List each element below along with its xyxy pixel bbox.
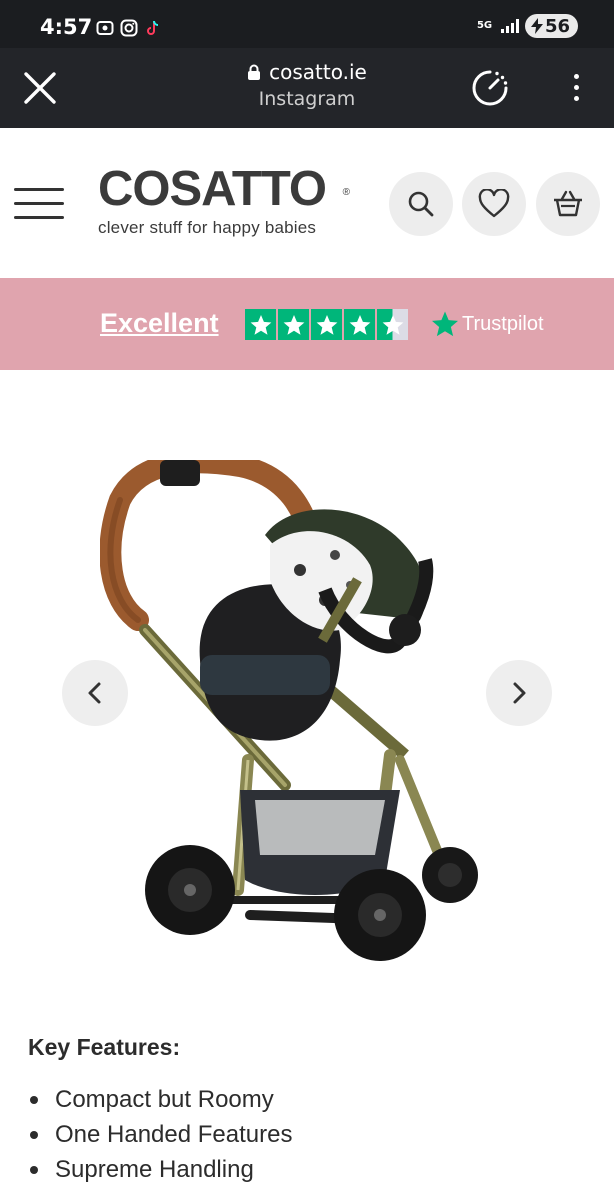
features-heading: Key Features:	[28, 1034, 181, 1060]
basket-icon	[554, 190, 582, 217]
page-domain: cosatto.ie	[269, 60, 367, 84]
trustpilot-star-icon	[432, 311, 458, 337]
trustpilot-logo[interactable]: Trustpilot	[430, 309, 544, 339]
rating-text[interactable]: Excellent	[100, 308, 219, 339]
instagram-icon	[120, 19, 138, 37]
battery-indicator: 56	[524, 14, 578, 38]
list-item: One Handed Features	[30, 1117, 292, 1152]
star-icon	[344, 309, 375, 340]
search-button[interactable]	[389, 172, 453, 236]
features-list: Compact but Roomy One Handed Features Su…	[30, 1082, 292, 1187]
bullet-icon	[30, 1130, 38, 1139]
trustpilot-brand: Trustpilot	[462, 312, 544, 335]
browser-source: Instagram	[258, 88, 356, 110]
half-star-icon	[377, 309, 408, 340]
registered-mark: ®	[342, 187, 350, 198]
star-icon	[245, 309, 276, 340]
gallery-next-button[interactable]	[486, 660, 552, 726]
network-type: 5G	[476, 20, 493, 31]
in-app-browser-bar: cosatto.ie Instagram	[0, 48, 614, 128]
list-item: Supreme Handling	[30, 1152, 292, 1187]
rating-stars	[245, 309, 408, 340]
signal-icon	[500, 19, 519, 33]
cosatto-logo[interactable]: COSATTO ® clever stuff for happy babies	[98, 162, 350, 238]
product-image-stroller	[100, 460, 478, 961]
speedometer-icon	[472, 70, 508, 106]
battery-level: 56	[544, 15, 570, 37]
page-speed-button[interactable]	[470, 68, 510, 108]
logo-tagline: clever stuff for happy babies	[98, 218, 317, 237]
star-icon	[278, 309, 309, 340]
more-options-button[interactable]	[572, 74, 580, 104]
menu-button[interactable]	[14, 188, 64, 220]
bullet-icon	[30, 1165, 38, 1174]
status-time: 4:57	[40, 15, 93, 39]
hamburger-icon	[14, 188, 64, 191]
star-icon	[311, 309, 342, 340]
system-status: 5G 56	[477, 14, 578, 38]
charging-bolt-icon	[530, 18, 543, 34]
heart-icon	[478, 189, 510, 218]
basket-button[interactable]	[536, 172, 600, 236]
search-icon	[408, 191, 434, 217]
product-gallery	[0, 370, 614, 1010]
tiktok-icon	[144, 19, 162, 37]
logo-text: COSATTO	[98, 162, 327, 216]
lock-icon	[248, 64, 261, 80]
address-area[interactable]: cosatto.ie Instagram	[0, 60, 614, 110]
screen-record-icon	[96, 19, 114, 37]
status-bar: 4:57 5G 56	[0, 0, 614, 48]
notification-icons	[96, 19, 162, 37]
more-icon	[573, 74, 579, 79]
wishlist-button[interactable]	[462, 172, 526, 236]
chevron-right-icon	[513, 682, 526, 704]
trustpilot-banner[interactable]: Excellent Trustpilot	[0, 278, 614, 370]
bullet-icon	[30, 1095, 38, 1104]
site-header: COSATTO ® clever stuff for happy babies	[0, 128, 614, 278]
list-item: Compact but Roomy	[30, 1082, 292, 1117]
